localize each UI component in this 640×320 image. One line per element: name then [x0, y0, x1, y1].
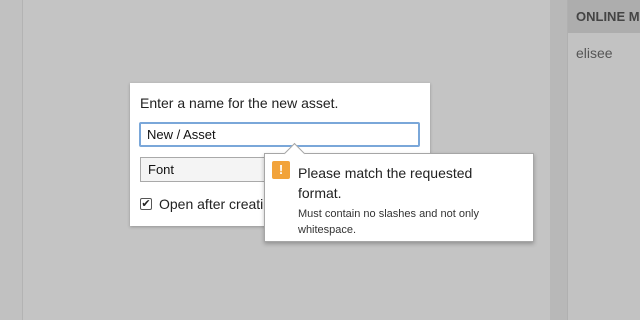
left-sidebar-strip: [0, 0, 23, 320]
open-after-creation-row[interactable]: ✔ Open after creati: [140, 195, 263, 213]
online-members-header: ONLINE M: [568, 0, 640, 33]
asset-type-select[interactable]: Font: [140, 157, 266, 182]
open-after-creation-label: Open after creati: [159, 196, 264, 212]
dialog-title: Enter a name for the new asset.: [140, 95, 339, 111]
validation-detail: Must contain no slashes and not only whi…: [298, 208, 480, 236]
validation-message: Please match the requested format.: [298, 165, 473, 201]
open-after-creation-checkbox[interactable]: ✔: [140, 198, 152, 210]
online-user-item[interactable]: elisee: [576, 45, 613, 61]
panel-divider: [550, 0, 567, 320]
app-window: ONLINE M elisee Enter a name for the new…: [0, 0, 640, 320]
warning-icon: !: [272, 161, 290, 179]
validation-tooltip: ! Please match the requested format. Mus…: [264, 142, 534, 242]
online-members-panel: ONLINE M elisee: [567, 0, 640, 320]
asset-name-input[interactable]: [139, 122, 420, 147]
